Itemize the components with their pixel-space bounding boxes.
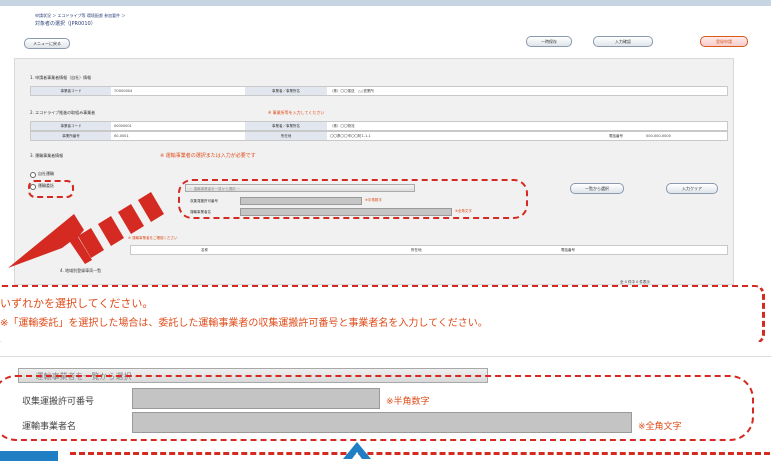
field-label: 事業者／事業所名 bbox=[245, 87, 327, 95]
field-label: 事業者／事業所名 bbox=[245, 122, 327, 130]
register-apply-button[interactable]: 登録申請 bbox=[700, 36, 748, 47]
column-header: 名称 bbox=[201, 248, 208, 252]
field-value: （株）〇〇物流 bbox=[330, 124, 355, 128]
top-bar bbox=[0, 0, 771, 6]
field-value: TO000004 bbox=[114, 89, 133, 93]
back-to-menu-button[interactable]: メニューに戻る bbox=[24, 38, 70, 49]
section1-heading: 1. 申請者事業者情報（自社）情報 bbox=[30, 75, 92, 80]
clear-input-button[interactable]: 入力クリア bbox=[666, 183, 718, 194]
input-highlight-box bbox=[178, 179, 528, 219]
column-header: 所在地 bbox=[411, 248, 422, 252]
select-from-list-button[interactable]: 一覧から選択 bbox=[570, 183, 624, 194]
bottom-dash-line bbox=[70, 452, 770, 455]
arrow-stripes bbox=[78, 192, 164, 258]
arrow-head bbox=[8, 214, 92, 268]
section3-note: ※ 運輸事業者の選択または入力が必要です bbox=[160, 153, 256, 159]
section2-heading: 2. エコドライブ推進の取組み事業者 bbox=[30, 110, 96, 115]
section3-heading: 3. 運輸事業者情報 bbox=[30, 153, 64, 158]
field-label: 事業所番号 bbox=[31, 132, 111, 140]
bottom-tab bbox=[0, 449, 58, 461]
section1-row: 事業者コード TO000004 事業者／事業所名 （株）〇〇運送 △△営業所 bbox=[30, 86, 728, 96]
zoom-highlight-box bbox=[0, 375, 754, 441]
section2-note: ※ 事業所等を入力してください bbox=[268, 110, 325, 115]
operator-table-header: 名称 所在地 電話番号 bbox=[130, 245, 728, 255]
field-label: 事業者コード bbox=[31, 87, 111, 95]
up-arrow-icon bbox=[343, 442, 371, 459]
breadcrumb[interactable]: 申請状況 ＞ エコドライブ等 環境配慮 参加要件 ＞ bbox=[35, 13, 125, 19]
callout-line2: ※「運輸委託」を選択した場合は、委託した運輸事業者の収集運搬許可番号と事業者名を… bbox=[0, 318, 488, 329]
section2-row1: 事業者コード 00000001 事業者／事業所名 （株）〇〇物流 bbox=[30, 121, 728, 131]
field-label: 事業者コード bbox=[31, 122, 111, 130]
field-value: 000-000-0000 bbox=[646, 134, 671, 138]
field-label: 所在地 bbox=[245, 132, 327, 140]
temp-save-button[interactable]: 一時保存 bbox=[526, 36, 572, 47]
field-label: 電話番号 bbox=[609, 134, 623, 138]
field-value: 〇〇県〇〇市〇〇町1-1-1 bbox=[330, 134, 371, 138]
input-check-button[interactable]: 入力確認 bbox=[593, 36, 653, 47]
page-title: 対象者の選択（JPR0010） bbox=[35, 21, 96, 27]
field-value: 00-0001 bbox=[114, 134, 129, 138]
field-value: 00000001 bbox=[114, 124, 132, 128]
zoom-divider bbox=[0, 356, 771, 357]
section2-row2: 事業所番号 00-0001 所在地 〇〇県〇〇市〇〇町1-1-1 電話番号 00… bbox=[30, 131, 728, 141]
field-value: （株）〇〇運送 △△営業所 bbox=[330, 89, 374, 93]
column-header: 電話番号 bbox=[561, 248, 575, 252]
pointer-arrow bbox=[8, 192, 164, 268]
callout-line1: いずれかを選択してください。 bbox=[0, 297, 154, 310]
